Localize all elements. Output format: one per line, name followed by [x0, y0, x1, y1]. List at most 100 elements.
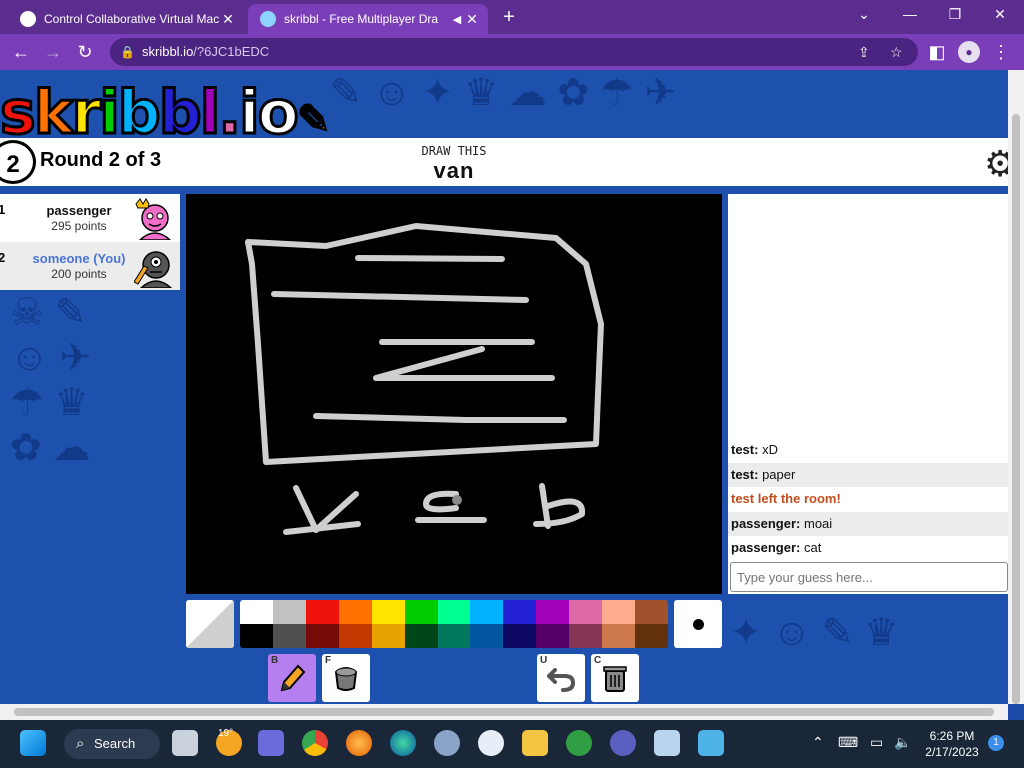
current-color-swatch[interactable] — [186, 600, 234, 648]
notification-badge[interactable]: 1 — [988, 735, 1004, 751]
vertical-scrollbar[interactable] — [1008, 70, 1024, 704]
color-swatch[interactable] — [240, 624, 273, 648]
minimize-button[interactable]: — — [898, 6, 922, 22]
scroll-thumb[interactable] — [14, 708, 994, 716]
clear-button[interactable]: C — [591, 654, 639, 702]
drawn-stroke — [533, 483, 586, 529]
tab-search-icon[interactable]: ⌄ — [852, 6, 876, 23]
task-view-icon[interactable] — [172, 730, 198, 756]
guess-input[interactable] — [730, 562, 1008, 592]
chrome-tab-icon — [20, 11, 36, 27]
color-swatch[interactable] — [338, 624, 372, 648]
color-swatch[interactable] — [371, 624, 405, 648]
pencil-logo-icon: ✎ — [296, 96, 331, 144]
color-swatch[interactable] — [437, 600, 471, 624]
color-swatch[interactable] — [602, 624, 636, 648]
horizontal-scrollbar[interactable] — [0, 704, 1008, 720]
chat-user: test: — [731, 442, 759, 457]
color-palette — [240, 600, 668, 648]
tab-control-collaborative[interactable]: Control Collaborative Virtual Mac ✕ — [8, 4, 244, 34]
color-swatch[interactable] — [338, 600, 372, 624]
round-indicator: Round 2 of 3 — [40, 149, 162, 171]
droplet-app-icon[interactable] — [478, 730, 504, 756]
brush-size-button[interactable] — [674, 600, 722, 648]
monitor-app-icon[interactable] — [654, 730, 680, 756]
color-swatch[interactable] — [635, 624, 668, 648]
keyboard-icon[interactable]: ⌨ — [838, 734, 858, 751]
color-swatch[interactable] — [536, 624, 570, 648]
avatar — [134, 251, 173, 288]
drawing-canvas[interactable] — [186, 194, 722, 594]
color-swatch[interactable] — [305, 624, 339, 648]
browser-menu-icon[interactable]: ⋮ — [990, 41, 1012, 63]
audio-icon[interactable]: ◀ — [450, 13, 464, 26]
firefox-icon[interactable] — [346, 730, 372, 756]
color-swatch[interactable] — [602, 600, 636, 624]
taskbar-clock[interactable]: 6:26 PM 2/17/2023 — [920, 728, 984, 760]
fill-tool-button[interactable]: F — [322, 654, 370, 702]
brush-tool-button[interactable]: B — [268, 654, 316, 702]
drawn-stroke — [313, 413, 567, 423]
share-icon[interactable]: ⇪ — [858, 38, 870, 66]
color-swatch[interactable] — [470, 600, 504, 624]
color-swatch[interactable] — [437, 624, 471, 648]
player-row[interactable]: 1 passenger 295 points — [0, 194, 180, 242]
chat-user: test: — [731, 467, 759, 482]
edge-icon[interactable] — [390, 730, 416, 756]
player-name: passenger — [46, 203, 112, 218]
url-host: skribbl.io — [142, 44, 194, 59]
bookmark-star-icon[interactable]: ☆ — [890, 38, 903, 66]
address-bar[interactable]: 🔒 skribbl.io/?6JC1bEDC ⇪ ☆ — [110, 38, 918, 66]
profile-avatar[interactable]: ● — [958, 41, 980, 63]
color-swatch[interactable] — [371, 600, 405, 624]
side-panel-icon[interactable]: ◧ — [926, 41, 948, 63]
scroll-thumb[interactable] — [1012, 114, 1020, 704]
new-tab-button[interactable]: + — [498, 6, 520, 28]
color-swatch[interactable] — [404, 624, 438, 648]
taskbar-search-button[interactable]: ⌕ Search — [64, 729, 160, 759]
windows-start-icon[interactable] — [20, 730, 46, 756]
color-swatch[interactable] — [503, 624, 537, 648]
meet-icon[interactable] — [258, 730, 284, 756]
chevron-up-icon[interactable]: ⌃ — [812, 734, 824, 751]
drawn-stroke — [283, 485, 361, 535]
volume-icon[interactable]: 🔈 — [894, 734, 911, 751]
color-swatch[interactable] — [240, 600, 273, 624]
chrome-icon[interactable] — [302, 730, 328, 756]
remote-desktop-icon[interactable] — [698, 730, 724, 756]
color-swatch[interactable] — [404, 600, 438, 624]
color-swatch[interactable] — [536, 600, 570, 624]
undo-button[interactable]: U — [537, 654, 585, 702]
trash-icon — [603, 666, 627, 692]
crown-icon — [135, 198, 150, 209]
file-explorer-icon[interactable] — [522, 730, 548, 756]
color-swatch[interactable] — [272, 600, 306, 624]
clock-date: 2/17/2023 — [925, 745, 979, 759]
color-swatch[interactable] — [272, 624, 306, 648]
color-swatch[interactable] — [569, 600, 603, 624]
color-swatch[interactable] — [470, 624, 504, 648]
green-drop-app-icon[interactable] — [566, 730, 592, 756]
settings-gear-icon[interactable] — [434, 730, 460, 756]
close-tab-icon[interactable]: ✕ — [464, 11, 480, 28]
network-icon[interactable]: ▭ — [870, 734, 883, 751]
pencil-icon — [280, 664, 306, 692]
tab-title: Control Collaborative Virtual Mac — [44, 12, 220, 26]
reload-button[interactable]: ↻ — [74, 41, 96, 63]
color-swatch[interactable] — [569, 624, 603, 648]
color-swatch[interactable] — [503, 600, 537, 624]
spiky-app-icon[interactable] — [610, 730, 636, 756]
forward-button[interactable]: → — [42, 41, 64, 63]
pencil-tab-icon — [260, 11, 276, 27]
player-row[interactable]: 2 someone (You) 200 points — [0, 242, 180, 290]
gear-icon[interactable]: ⚙ — [984, 146, 1008, 182]
color-swatch[interactable] — [305, 600, 339, 624]
color-swatch[interactable] — [635, 600, 668, 624]
back-button[interactable]: ← — [10, 41, 32, 63]
close-window-button[interactable]: ✕ — [988, 6, 1012, 23]
clock-time: 6:26 PM — [929, 729, 975, 743]
close-tab-icon[interactable]: ✕ — [220, 11, 236, 28]
drawn-stroke — [355, 255, 505, 262]
maximize-button[interactable]: ❐ — [943, 6, 967, 23]
tab-skribbl[interactable]: skribbl - Free Multiplayer Dra ◀ ✕ — [248, 4, 488, 34]
